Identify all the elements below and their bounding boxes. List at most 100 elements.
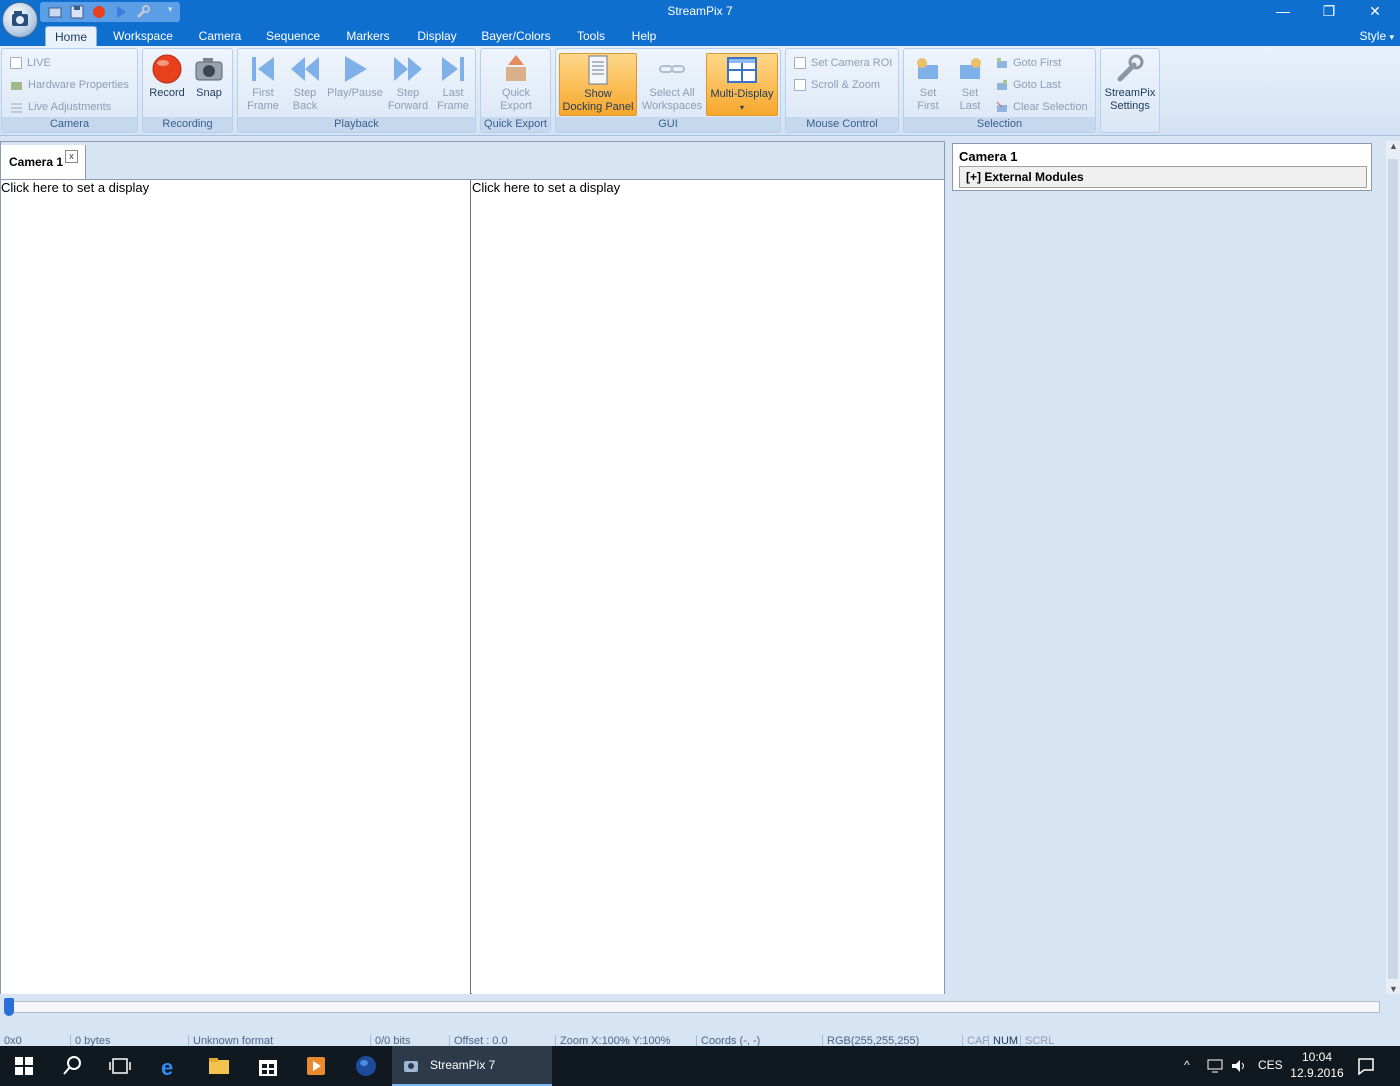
goto-first-label: Goto First — [1013, 57, 1062, 69]
restore-button[interactable]: ❐ — [1306, 0, 1352, 24]
edge-browser-icon[interactable]: e — [158, 1054, 182, 1078]
timeline-slider-handle[interactable] — [4, 998, 14, 1016]
windows-start-icon[interactable] — [12, 1054, 36, 1078]
group-gui: Show Docking Panel Select All Workspaces M… — [555, 48, 781, 133]
style-menu-label: Style — [1359, 29, 1387, 43]
multi-display-button[interactable]: Multi-Display ▾ — [706, 53, 778, 116]
style-menu[interactable]: Style ▾ — [1359, 26, 1394, 47]
streampix-settings-button[interactable]: StreamPix Settings — [1103, 53, 1157, 113]
set-first-button[interactable]: Set First — [908, 53, 948, 113]
ribbon-tab-row: Home Workspace Camera Sequence Markers D… — [0, 24, 1400, 46]
hardware-properties-button[interactable]: Hardware Properties — [10, 76, 129, 94]
scroll-up-icon[interactable]: ▲ — [1389, 141, 1398, 151]
app-menu-button[interactable] — [2, 2, 38, 38]
last-frame-label-2: Frame — [437, 100, 469, 112]
store-icon[interactable] — [256, 1054, 280, 1078]
clock-date: 12.9.2016 — [1290, 1066, 1344, 1080]
live-adjustments-button[interactable]: Live Adjustments — [10, 98, 111, 116]
tab-bayer-colors[interactable]: Bayer/Colors — [476, 26, 556, 46]
chevron-down-icon: ▾ — [739, 103, 744, 112]
first-frame-button[interactable]: First Frame — [242, 53, 284, 113]
tab-home[interactable]: Home — [45, 26, 97, 46]
streampix-settings-label-2: Settings — [1110, 100, 1150, 112]
set-first-label-2: First — [917, 100, 939, 112]
scroll-zoom-label: Scroll & Zoom — [811, 79, 881, 91]
step-back-button[interactable]: Step Back — [286, 53, 324, 113]
tab-markers[interactable]: Markers — [340, 26, 396, 46]
tab-display[interactable]: Display — [410, 26, 464, 46]
network-icon[interactable] — [1206, 1058, 1224, 1074]
status-bar: 0x0 0 bytes Unknown format 0/0 bits Offs… — [0, 1033, 1400, 1047]
show-docking-panel-label-1: Show — [584, 88, 612, 100]
group-settings: StreamPix Settings — [1100, 48, 1160, 133]
tab-sequence[interactable]: Sequence — [260, 26, 326, 46]
step-forward-label-2: Forward — [387, 100, 429, 112]
scroll-down-icon[interactable]: ▼ — [1389, 984, 1398, 994]
tab-tools[interactable]: Tools — [570, 26, 612, 46]
record-label: Record — [149, 87, 185, 99]
quick-export-button[interactable]: Quick Export — [489, 53, 543, 113]
docking-panel-scrollbar[interactable]: ▲ ▼ — [1386, 141, 1400, 994]
document-area: Camera 1 x Click here to set a display C… — [0, 141, 945, 994]
record-button[interactable]: Record — [147, 53, 187, 100]
taskbar-app-streampix[interactable]: StreamPix 7 — [392, 1046, 552, 1086]
docking-panel-icon — [588, 55, 608, 85]
notifications-icon[interactable] — [1356, 1056, 1376, 1076]
tab-help[interactable]: Help — [624, 26, 664, 46]
live-checkbox[interactable]: LIVE — [10, 54, 51, 72]
chevron-up-icon[interactable]: ^ — [1184, 1058, 1190, 1072]
tab-camera-1-label: Camera 1 — [9, 155, 64, 169]
group-label-gui: GUI — [556, 117, 780, 132]
set-last-label-1: Set — [961, 87, 979, 99]
play-pause-button[interactable]: Play/Pause — [326, 53, 384, 100]
live-adjustments-label: Live Adjustments — [28, 101, 112, 113]
step-back-label-2: Back — [292, 100, 318, 112]
volume-icon[interactable] — [1230, 1058, 1248, 1074]
external-modules-expander[interactable]: [+] External Modules — [959, 166, 1367, 188]
globe-icon[interactable] — [354, 1054, 378, 1078]
tab-workspace[interactable]: Workspace — [106, 26, 180, 46]
group-mouse-control: Set Camera ROI Scroll & Zoom Mouse Contr… — [785, 48, 899, 133]
set-camera-roi-checkbox[interactable]: Set Camera ROI — [794, 54, 892, 72]
file-explorer-icon[interactable] — [207, 1054, 231, 1078]
step-forward-icon — [394, 57, 422, 81]
task-view-icon[interactable] — [108, 1054, 132, 1078]
display-pane-left-prompt[interactable]: Click here to set a display — [1, 180, 149, 195]
timeline — [0, 996, 1400, 1030]
last-frame-button[interactable]: Last Frame — [434, 53, 472, 113]
set-last-label-2: Last — [959, 100, 981, 112]
snap-button[interactable]: Snap — [189, 53, 229, 100]
select-all-workspaces-button[interactable]: Select All Workspaces — [640, 53, 704, 113]
goto-first-button[interactable]: Goto First — [996, 54, 1061, 72]
quick-export-label-1: Quick — [501, 87, 531, 99]
export-icon — [506, 55, 526, 81]
timeline-track[interactable] — [10, 1001, 1380, 1013]
display-pane-right-prompt[interactable]: Click here to set a display — [472, 180, 620, 195]
scrollbar-thumb[interactable] — [1388, 159, 1398, 979]
tab-camera[interactable]: Camera — [192, 26, 248, 46]
set-camera-roi-label: Set Camera ROI — [811, 57, 893, 69]
first-frame-label-1: First — [252, 87, 274, 99]
title-bar: ▾ StreamPix 7 — ❐ ✕ — [0, 0, 1400, 24]
input-language[interactable]: CES — [1258, 1058, 1283, 1072]
docking-panel-header: Camera 1 [+] External Modules — [952, 143, 1372, 191]
show-docking-panel-button[interactable]: Show Docking Panel — [559, 53, 637, 116]
clock[interactable]: 10:04 12.9.2016 — [1290, 1049, 1344, 1081]
snap-label: Snap — [196, 87, 222, 99]
close-icon[interactable]: x — [65, 150, 78, 163]
tab-camera-1[interactable]: Camera 1 x — [1, 145, 86, 179]
group-label-mouse-control: Mouse Control — [786, 117, 898, 132]
search-icon[interactable] — [60, 1054, 84, 1078]
goto-last-button[interactable]: Goto Last — [996, 76, 1061, 94]
step-forward-button[interactable]: Step Forward — [384, 53, 432, 113]
scroll-zoom-checkbox[interactable]: Scroll & Zoom — [794, 76, 880, 94]
media-player-icon[interactable] — [304, 1054, 328, 1078]
close-button[interactable]: ✕ — [1352, 0, 1398, 24]
display-pane-left[interactable]: Click here to set a display — [1, 180, 471, 994]
document-tab-strip: Camera 1 x — [1, 142, 944, 180]
display-pane-right[interactable]: Click here to set a display — [472, 180, 944, 994]
step-forward-label-1: Step — [396, 87, 420, 99]
set-last-button[interactable]: Set Last — [950, 53, 990, 113]
clear-selection-button[interactable]: Clear Selection — [996, 98, 1088, 116]
minimize-button[interactable]: — — [1260, 0, 1306, 24]
